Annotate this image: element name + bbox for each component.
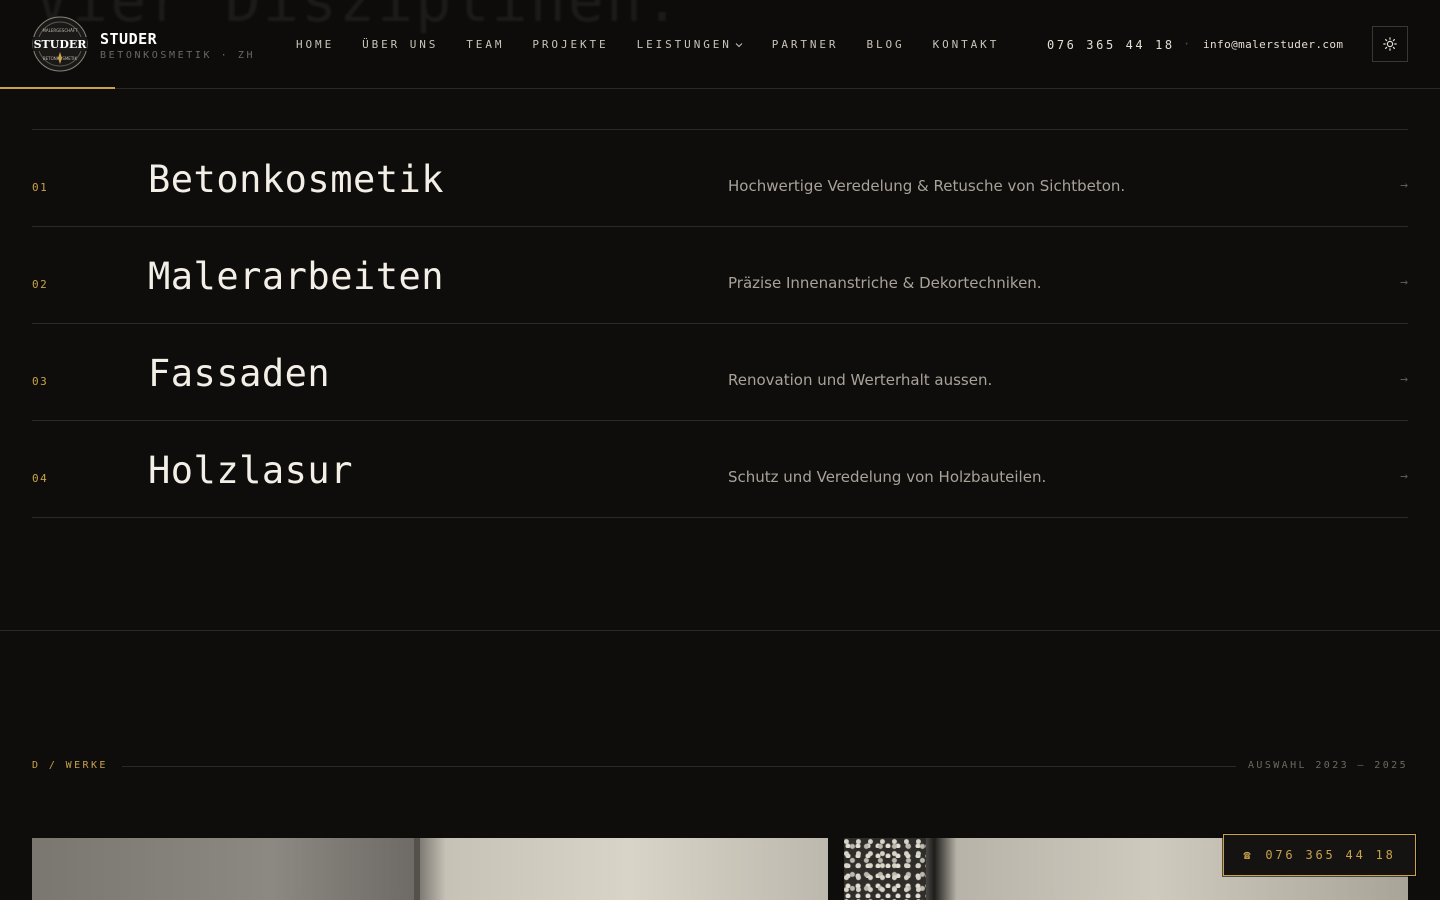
nav-blog-label: BLOG bbox=[866, 38, 905, 51]
chevron-down-icon bbox=[735, 42, 743, 47]
works-section-label: D / WERKE bbox=[32, 760, 108, 771]
discipline-number: 02 bbox=[32, 278, 49, 291]
nav-kontakt[interactable]: KONTAKT bbox=[933, 38, 1000, 51]
header-email-link[interactable]: info@malerstuder.com bbox=[1203, 38, 1343, 51]
phone-icon: ☎ bbox=[1243, 848, 1254, 862]
nav-ueber-uns-label: ÜBER UNS bbox=[362, 38, 439, 51]
nav-team[interactable]: TEAM bbox=[466, 38, 504, 51]
arrow-right-icon: → bbox=[1400, 275, 1408, 290]
discipline-number: 01 bbox=[32, 181, 49, 194]
disciplines-list: 01 Betonkosmetik Hochwertige Veredelung … bbox=[32, 129, 1408, 518]
discipline-title: Malerarbeiten bbox=[148, 255, 445, 298]
discipline-row[interactable]: 01 Betonkosmetik Hochwertige Veredelung … bbox=[32, 130, 1408, 227]
sun-icon bbox=[1383, 37, 1397, 51]
brand-name[interactable]: STUDER bbox=[100, 30, 157, 48]
works-header-rule bbox=[122, 766, 1236, 767]
nav-ueber-uns[interactable]: ÜBER UNS bbox=[362, 38, 438, 51]
nav-projekte-label: PROJEKTE bbox=[532, 38, 609, 51]
arrow-right-icon: → bbox=[1400, 178, 1408, 193]
discipline-row[interactable]: 04 Holzlasur Schutz und Veredelung von H… bbox=[32, 421, 1408, 518]
logo-main-text: STUDER bbox=[34, 38, 88, 51]
contact-separator: · bbox=[1183, 37, 1191, 51]
discipline-description: Renovation und Werterhalt aussen. bbox=[728, 371, 993, 389]
discipline-title: Holzlasur bbox=[148, 449, 353, 492]
call-button-label: 076 365 44 18 bbox=[1265, 848, 1396, 862]
brand-tagline: BETONKOSMETIK · ZH bbox=[100, 50, 256, 61]
site-header: Vier Disziplinen. STUDER MALERGESCHÄFT B… bbox=[0, 0, 1440, 89]
arrow-right-icon: → bbox=[1400, 372, 1408, 387]
nav-partner[interactable]: PARTNER bbox=[772, 38, 839, 51]
works-year-range: AUSWAHL 2023 — 2025 bbox=[1248, 760, 1408, 771]
nav-projekte[interactable]: PROJEKTE bbox=[532, 38, 608, 51]
nav-leistungen[interactable]: LEISTUNGEN bbox=[637, 38, 744, 51]
nav-home-label: HOME bbox=[296, 38, 335, 51]
nav-leistungen-label: LEISTUNGEN bbox=[636, 38, 732, 51]
arrow-right-icon: → bbox=[1400, 469, 1408, 484]
floating-call-button[interactable]: ☎ 076 365 44 18 bbox=[1223, 834, 1416, 876]
discipline-row[interactable]: 02 Malerarbeiten Präzise Innenanstriche … bbox=[32, 227, 1408, 324]
nav-blog[interactable]: BLOG bbox=[866, 38, 904, 51]
discipline-title: Betonkosmetik bbox=[148, 158, 445, 201]
discipline-description: Präzise Innenanstriche & Dekortechniken. bbox=[728, 274, 1042, 292]
section-divider bbox=[0, 630, 1440, 631]
nav-home[interactable]: HOME bbox=[296, 38, 334, 51]
nav-kontakt-label: KONTAKT bbox=[932, 38, 1000, 51]
discipline-description: Hochwertige Veredelung & Retusche von Si… bbox=[728, 177, 1126, 195]
discipline-number: 03 bbox=[32, 375, 49, 388]
discipline-number: 04 bbox=[32, 472, 49, 485]
header-phone-link[interactable]: 076 365 44 18 bbox=[1047, 38, 1175, 52]
header-progress-accent bbox=[0, 87, 115, 89]
nav-partner-label: PARTNER bbox=[771, 38, 839, 51]
logo-top-text: MALERGESCHÄFT bbox=[42, 28, 78, 33]
theme-toggle-button[interactable] bbox=[1372, 26, 1408, 62]
studer-logo[interactable]: STUDER MALERGESCHÄFT BETONKOSMETIK bbox=[32, 16, 88, 72]
main-nav: HOME ÜBER UNS TEAM PROJEKTE LEISTUNGEN P… bbox=[296, 38, 1027, 51]
discipline-row[interactable]: 03 Fassaden Renovation und Werterhalt au… bbox=[32, 324, 1408, 421]
discipline-description: Schutz und Veredelung von Holzbauteilen. bbox=[728, 468, 1047, 486]
discipline-title: Fassaden bbox=[148, 352, 331, 395]
nav-team-label: TEAM bbox=[466, 38, 505, 51]
work-image-1[interactable] bbox=[32, 838, 828, 900]
